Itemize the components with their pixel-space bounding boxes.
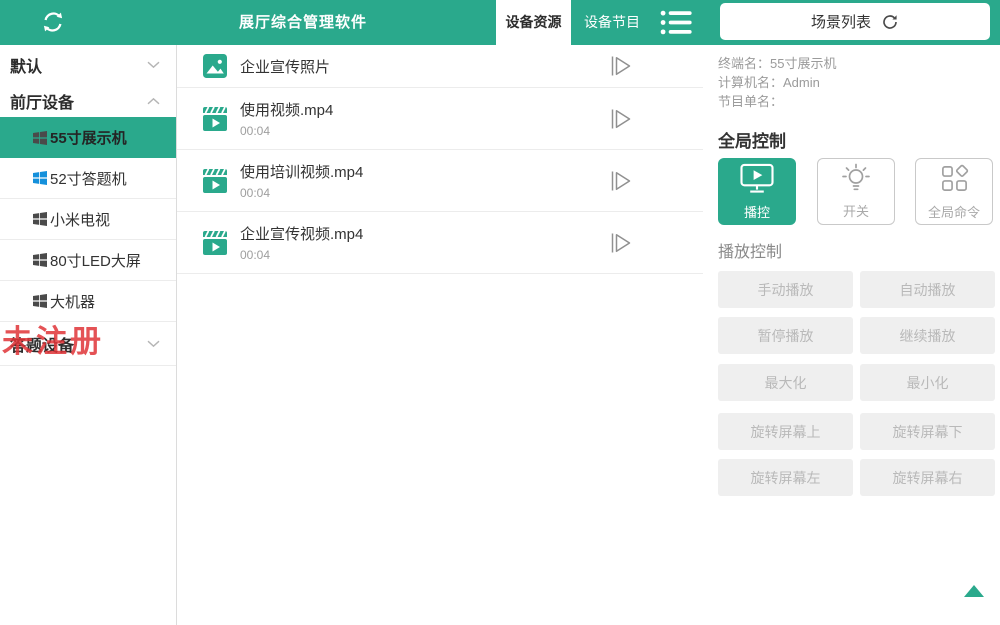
windows-logo-icon [33, 253, 47, 267]
rotate-screen-down-button[interactable]: 旋转屏幕下 [860, 413, 995, 450]
sidebar-item-55inch-display[interactable]: 55寸展示机 [0, 117, 176, 158]
sidebar-item-xiaomi-tv[interactable]: 小米电视 [0, 199, 176, 240]
sidebar-item-big-machine[interactable]: 大机器 [0, 281, 176, 322]
maximize-button[interactable]: 最大化 [718, 364, 853, 401]
play-media-button[interactable] [608, 230, 633, 255]
windows-logo-icon [33, 171, 47, 185]
device-control-panel: 终端名：55寸展示机 计算机名：Admin 节目单名： 全局控制 播控 [705, 45, 1000, 625]
tab-device-resources[interactable]: 设备资源 [496, 0, 571, 45]
global-control-title: 全局控制 [718, 127, 786, 152]
media-name: 企业宣传视频.mp4 [240, 223, 363, 244]
rotate-screen-left-button[interactable]: 旋转屏幕左 [718, 459, 853, 496]
windows-logo-icon [33, 131, 47, 145]
device-label: 大机器 [50, 291, 95, 312]
global-button-label: 播控 [744, 202, 770, 221]
global-button-label: 全局命令 [928, 202, 980, 221]
device-label: 80寸LED大屏 [50, 250, 141, 271]
sidebar-group-quiz-devices[interactable]: 答题设备 [0, 322, 176, 366]
playback-mode-button[interactable]: 播控 [718, 158, 796, 225]
top-header-bar: 展厅综合管理软件 设备资源 设备节目 场景列表 [0, 0, 1000, 45]
photo-file-icon [203, 54, 227, 78]
rotate-screen-up-button[interactable]: 旋转屏幕上 [718, 413, 853, 450]
chevron-down-icon [147, 335, 160, 353]
computer-name-value: Admin [783, 75, 820, 90]
play-media-button[interactable] [608, 54, 633, 79]
video-file-icon [203, 107, 227, 131]
media-row-video[interactable]: 使用视频.mp4 00:04 [177, 88, 703, 150]
media-duration: 00:04 [240, 124, 333, 138]
list-menu-icon[interactable] [660, 10, 692, 35]
device-label: 小米电视 [50, 209, 110, 230]
resume-play-button[interactable]: 继续播放 [860, 317, 995, 354]
media-row-photo[interactable]: 企业宣传照片 [177, 45, 703, 88]
tab-device-programs[interactable]: 设备节目 [571, 0, 653, 45]
media-duration: 00:04 [240, 248, 363, 262]
auto-play-button[interactable]: 自动播放 [860, 271, 995, 308]
manual-play-button[interactable]: 手动播放 [718, 271, 853, 308]
minimize-button[interactable]: 最小化 [860, 364, 995, 401]
playback-control-title: 播放控制 [718, 238, 782, 262]
scene-list-label: 场景列表 [811, 11, 871, 32]
windows-logo-icon [33, 294, 47, 308]
global-button-label: 开关 [843, 201, 869, 220]
sidebar-group-front-hall[interactable]: 前厅设备 [0, 85, 176, 117]
terminal-info: 终端名：55寸展示机 计算机名：Admin 节目单名： [718, 54, 836, 111]
scene-refresh-icon[interactable] [881, 13, 899, 31]
app-title: 展厅综合管理软件 [203, 0, 403, 45]
device-label: 55寸展示机 [50, 127, 127, 148]
power-switch-button[interactable]: 开关 [817, 158, 895, 225]
refresh-icon[interactable] [41, 10, 65, 34]
media-resource-list: 企业宣传照片 使用视频.mp4 00:04 [177, 45, 703, 274]
play-media-button[interactable] [608, 106, 633, 131]
pause-play-button[interactable]: 暂停播放 [718, 317, 853, 354]
windows-logo-icon [33, 212, 47, 226]
terminal-name-line: 终端名：55寸展示机 [718, 54, 836, 73]
video-file-icon [203, 231, 227, 255]
sidebar-group-label: 默认 [10, 53, 42, 77]
scene-list-button[interactable]: 场景列表 [720, 3, 990, 40]
sidebar-group-label: 前厅设备 [10, 89, 74, 113]
media-name: 企业宣传照片 [240, 56, 330, 77]
sidebar-group-default[interactable]: 默认 [0, 45, 176, 85]
media-row-video[interactable]: 使用培训视频.mp4 00:04 [177, 150, 703, 212]
app-window: 展厅综合管理软件 设备资源 设备节目 场景列表 默认 [0, 0, 1000, 625]
chevron-down-icon [147, 56, 160, 74]
bulb-icon [840, 163, 872, 196]
media-duration: 00:04 [240, 186, 363, 200]
media-name: 使用视频.mp4 [240, 99, 333, 120]
video-file-icon [203, 169, 227, 193]
sidebar-item-52inch-quiz[interactable]: 52寸答题机 [0, 158, 176, 199]
global-command-button[interactable]: 全局命令 [915, 158, 993, 225]
play-media-button[interactable] [608, 168, 633, 193]
playlist-name-line: 节目单名： [718, 92, 836, 111]
monitor-play-icon [739, 163, 775, 197]
terminal-name-value: 55寸展示机 [770, 56, 836, 71]
media-name: 使用培训视频.mp4 [240, 161, 363, 182]
shapes-icon [939, 163, 970, 197]
media-row-video[interactable]: 企业宣传视频.mp4 00:04 [177, 212, 703, 274]
sidebar-group-label: 答题设备 [10, 332, 74, 356]
scroll-to-top-triangle[interactable] [964, 585, 984, 597]
chevron-up-icon [147, 92, 160, 110]
rotate-screen-right-button[interactable]: 旋转屏幕右 [860, 459, 995, 496]
sidebar-item-80inch-led[interactable]: 80寸LED大屏 [0, 240, 176, 281]
device-label: 52寸答题机 [50, 168, 127, 189]
device-tree-sidebar: 默认 前厅设备 55寸展示机 [0, 45, 177, 625]
computer-name-line: 计算机名：Admin [718, 73, 836, 92]
